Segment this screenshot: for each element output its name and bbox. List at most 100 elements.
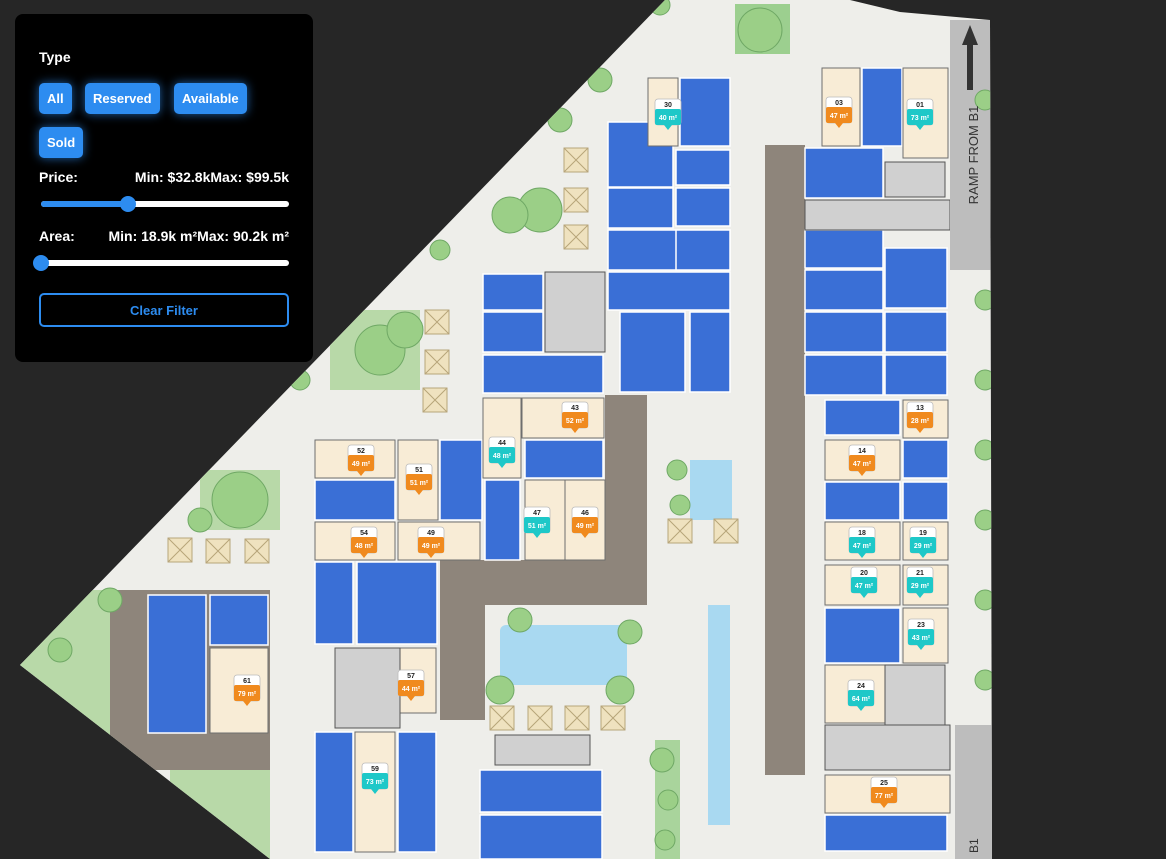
unit-block: [484, 479, 521, 561]
unit-marker-43[interactable]: 43 52 m²: [561, 401, 589, 433]
unit-marker-30[interactable]: 30 40 m²: [654, 98, 682, 130]
unit-marker-52[interactable]: 52 49 m²: [347, 444, 375, 476]
price-slider-handle[interactable]: [119, 196, 136, 212]
unit-marker-25[interactable]: 25 77 m²: [870, 776, 898, 808]
unit-block: [356, 561, 438, 645]
unit-marker-54[interactable]: 54 48 m²: [350, 526, 378, 558]
unit-block: [482, 354, 604, 394]
tree: [649, 0, 671, 16]
unit-marker-20[interactable]: 20 47 m²: [850, 566, 878, 598]
unit-block: [804, 354, 884, 396]
tree: [605, 675, 635, 705]
unit-number: 23: [917, 622, 925, 629]
unit-block: [314, 731, 354, 853]
unit-block: [675, 229, 731, 271]
unit-marker-44[interactable]: 44 48 m²: [488, 436, 516, 468]
area-slider[interactable]: [33, 255, 289, 271]
unit-block: [884, 247, 948, 309]
unit-area: 73 m²: [911, 115, 930, 122]
filter-panel: Type All Reserved Available Sold Price: …: [15, 14, 313, 362]
umbrella-icon: [527, 705, 553, 731]
tree: [737, 7, 783, 53]
plunge-pool: [690, 460, 732, 520]
unit-block: [824, 399, 901, 436]
unit-marker-13[interactable]: 13 28 m²: [906, 401, 934, 433]
unit-block: [209, 594, 269, 646]
unit-block: [479, 814, 603, 859]
tree: [429, 239, 451, 261]
unit-block: [482, 311, 544, 353]
unit-number: 14: [858, 448, 866, 455]
unit-marker-51[interactable]: 51 51 m²: [405, 463, 433, 495]
tree: [974, 589, 992, 611]
swimming-pool: [500, 625, 627, 685]
price-label: Price:: [39, 169, 78, 185]
tree: [97, 587, 123, 613]
umbrella-icon: [167, 537, 193, 563]
unit-marker-18[interactable]: 18 47 m²: [848, 526, 876, 558]
unit-marker-47[interactable]: 47 51 m²: [523, 506, 551, 538]
unit-block: [861, 67, 903, 147]
unit-block: [675, 149, 731, 186]
unit-marker-59[interactable]: 59 73 m²: [361, 762, 389, 794]
unit-area: 48 m²: [355, 543, 374, 550]
tree: [657, 789, 679, 811]
unit-block: [884, 354, 948, 396]
price-slider-fill: [41, 201, 128, 207]
tree: [507, 607, 533, 633]
unit-marker-19[interactable]: 19 29 m²: [909, 526, 937, 558]
unit-block: [804, 269, 884, 311]
unit-block: [824, 814, 948, 852]
tree: [289, 369, 311, 391]
umbrella-icon: [424, 309, 450, 335]
unit-marker-49[interactable]: 49 49 m²: [417, 526, 445, 558]
tree: [974, 369, 992, 391]
price-slider[interactable]: [41, 196, 289, 212]
unit-area: 49 m²: [422, 543, 441, 550]
unit-number: 46: [581, 510, 589, 517]
tree: [974, 439, 992, 461]
type-sold-button[interactable]: Sold: [39, 127, 84, 158]
unit-marker-61[interactable]: 61 79 m²: [233, 674, 261, 706]
tree: [47, 637, 73, 663]
unit-area: 44 m²: [402, 686, 421, 693]
unit-number: 43: [571, 405, 579, 412]
unit-area: 40 m²: [659, 115, 678, 122]
tree: [649, 747, 675, 773]
unit-number: 13: [916, 405, 924, 412]
unit-block: [314, 479, 396, 521]
type-available-button[interactable]: Available: [174, 83, 247, 114]
price-max: Max: $99.5k: [210, 169, 289, 185]
unit-marker-57[interactable]: 57 44 m²: [397, 669, 425, 701]
type-reserved-button[interactable]: Reserved: [85, 83, 160, 114]
type-all-button[interactable]: All: [39, 83, 72, 114]
unit-marker-14[interactable]: 14 47 m²: [848, 444, 876, 476]
umbrella-icon: [713, 518, 739, 544]
unit-marker-23[interactable]: 23 43 m²: [907, 618, 935, 650]
umbrella-icon: [424, 349, 450, 375]
unit-marker-03[interactable]: 03 47 m²: [825, 96, 853, 128]
unit-marker-24[interactable]: 24 64 m²: [847, 679, 875, 711]
unit-number: 24: [857, 683, 865, 690]
unit-marker-01[interactable]: 01 73 m²: [906, 98, 934, 130]
unit-block: [824, 607, 901, 664]
unit-number: 20: [860, 570, 868, 577]
area-slider-handle[interactable]: [33, 255, 49, 271]
umbrella-icon: [205, 538, 231, 564]
umbrella-icon: [563, 187, 589, 213]
umbrella-icon: [563, 147, 589, 173]
unit-block: [689, 311, 731, 393]
unit-marker-21[interactable]: 21 29 m²: [906, 566, 934, 598]
unit-block: [607, 271, 731, 311]
unit-number: 57: [407, 673, 415, 680]
unit-block: [397, 731, 437, 853]
clear-filter-button[interactable]: Clear Filter: [39, 293, 289, 327]
unit-number: 59: [371, 766, 379, 773]
unit-number: 54: [360, 530, 368, 537]
unit-area: 73 m²: [366, 779, 385, 786]
umbrella-icon: [422, 387, 448, 413]
unit-marker-46[interactable]: 46 49 m²: [571, 506, 599, 538]
unit-block: [479, 769, 603, 813]
tree: [386, 311, 424, 349]
tree: [666, 459, 688, 481]
